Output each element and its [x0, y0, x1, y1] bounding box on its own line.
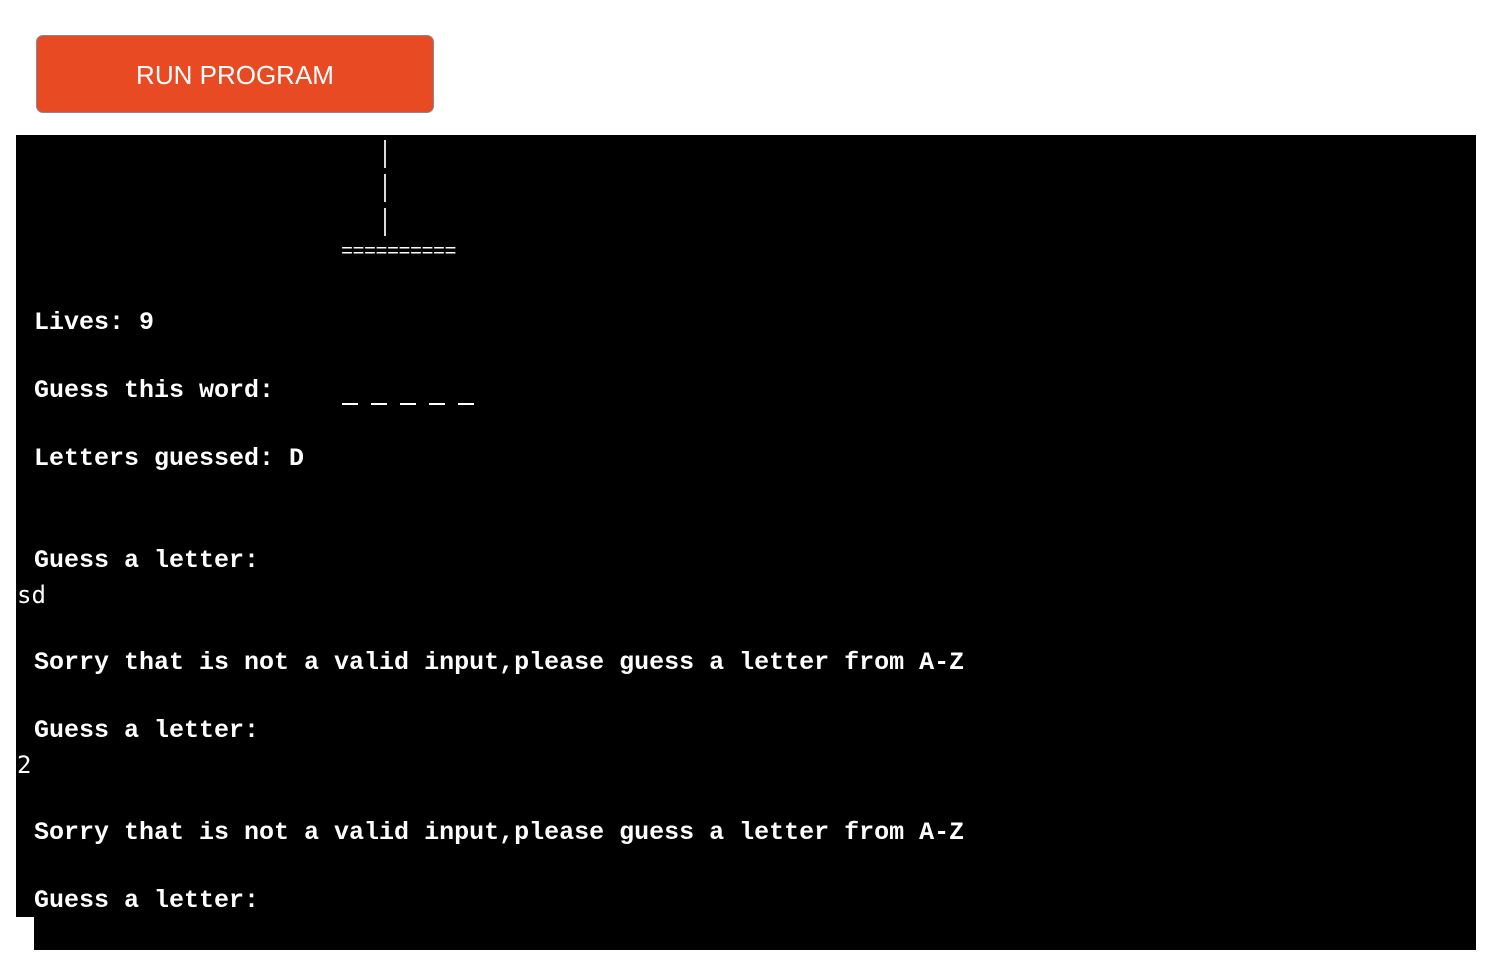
- word-blank: [429, 403, 445, 405]
- terminal-corner-gap: [16, 917, 34, 960]
- guess-prompt: Guess a letter:: [34, 716, 260, 745]
- gallows-pole-segment: [384, 208, 386, 236]
- word-blank: [458, 403, 474, 405]
- lives-line: Lives: 9: [34, 308, 155, 337]
- guess-prompt: Guess a letter:: [34, 886, 260, 915]
- user-input: 2: [17, 751, 32, 779]
- word-blank: [371, 403, 387, 405]
- error-message: Sorry that is not a valid input,please g…: [34, 818, 965, 847]
- word-blanks: [342, 403, 474, 405]
- gallows-pole-segment: [384, 174, 386, 202]
- run-program-button[interactable]: RUN PROGRAM: [36, 35, 434, 113]
- error-message: Sorry that is not a valid input,please g…: [34, 648, 965, 677]
- word-line: Guess this word:: [34, 376, 275, 405]
- letters-guessed-line: Letters guessed: D: [34, 444, 305, 473]
- guess-prompt: Guess a letter:: [34, 546, 260, 575]
- gallows-base: ==========: [341, 241, 457, 264]
- word-blank: [400, 403, 416, 405]
- word-blank: [342, 403, 358, 405]
- gallows-pole-segment: [384, 140, 386, 168]
- user-input: sd: [17, 581, 46, 609]
